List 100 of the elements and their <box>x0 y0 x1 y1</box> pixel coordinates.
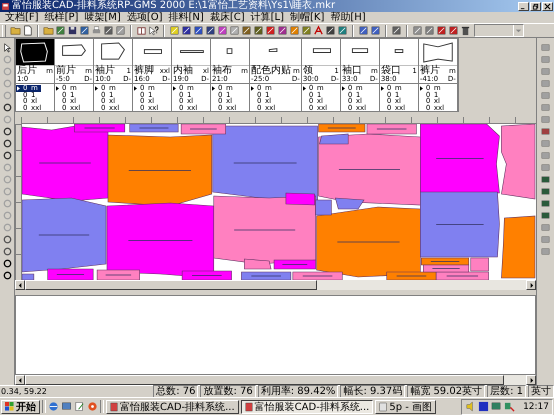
tool-icon[interactable] <box>301 25 312 36</box>
pointer-icon <box>134 86 137 91</box>
tool-icon[interactable] <box>325 25 336 36</box>
menu-item[interactable]: 排料[N] <box>166 12 206 23</box>
app-icon <box>379 402 388 412</box>
folder-icon[interactable] <box>10 25 21 36</box>
media-icon[interactable] <box>87 401 98 412</box>
menu-item[interactable]: 帮助[H] <box>328 12 368 23</box>
letter-icon[interactable] <box>313 25 324 36</box>
taskbar-button[interactable]: 5p - 画图 <box>375 400 436 414</box>
clock: 12:17 <box>522 402 549 412</box>
cursor-coordinates: 0.34, 59.22 <box>0 387 47 396</box>
tool-icon[interactable] <box>2 150 12 161</box>
status-field: 幅宽 59.02英寸 <box>407 385 486 398</box>
device-icon[interactable] <box>504 401 516 412</box>
tool-icon[interactable] <box>169 25 180 36</box>
close-icon <box>544 2 551 10</box>
folder-icon[interactable] <box>43 25 54 36</box>
desktop-icon[interactable] <box>61 401 72 412</box>
app-icon <box>1 2 10 10</box>
status-field: 放置数: 76 <box>200 385 256 398</box>
tool-icon[interactable] <box>289 25 300 36</box>
tool-icon[interactable] <box>277 25 288 36</box>
start-button[interactable]: 开始 <box>1 400 40 414</box>
status-field: 幅长: 9.37码 <box>340 385 406 398</box>
tool-icon[interactable] <box>241 25 252 36</box>
piece-thumbnail[interactable] <box>418 39 457 66</box>
pointer-icon <box>420 86 423 91</box>
tool-icon[interactable] <box>2 102 12 113</box>
pointer-icon <box>251 86 254 91</box>
piece-name: 袖片 <box>95 66 115 76</box>
network-icon[interactable] <box>491 401 502 412</box>
tool-icon[interactable] <box>448 25 459 36</box>
status-field: 总数: 76 <box>153 385 198 398</box>
tool-icon[interactable] <box>2 270 12 281</box>
minimize-button[interactable] <box>518 2 529 10</box>
menu-item[interactable]: 纸样[P] <box>42 12 80 23</box>
document-icon[interactable] <box>22 25 33 36</box>
piece-thumbnail[interactable] <box>16 39 54 66</box>
status-field: 利用率: 89.42% <box>258 385 338 398</box>
horizontal-scrollbar[interactable] <box>15 280 536 290</box>
dropdown[interactable] <box>474 24 524 37</box>
input-method-icon[interactable] <box>478 401 490 412</box>
menu-item[interactable]: 制帽[K] <box>288 12 326 23</box>
status-field: 英寸 <box>528 385 554 398</box>
tool-icon[interactable] <box>193 25 204 36</box>
app-icon <box>244 402 253 412</box>
tool-icon[interactable] <box>2 126 12 137</box>
taskbar-button[interactable]: 富怡服装CAD-排料系统... <box>106 400 239 414</box>
tool-icon[interactable] <box>424 25 435 36</box>
tool-icon[interactable] <box>217 25 228 36</box>
tool-icon[interactable] <box>79 25 90 36</box>
notepad-icon[interactable] <box>74 401 85 412</box>
pointer-icon <box>56 86 59 91</box>
tool-icon[interactable] <box>370 25 381 36</box>
pointer-icon <box>342 86 345 91</box>
tool-icon[interactable] <box>229 25 240 36</box>
scroll-right-icon[interactable] <box>528 378 534 382</box>
tool-icon[interactable] <box>205 25 216 36</box>
tool-icon[interactable] <box>253 25 264 36</box>
tool-icon[interactable] <box>358 25 369 36</box>
tool-icon[interactable] <box>2 138 12 149</box>
close-button[interactable] <box>542 2 553 10</box>
menu-item[interactable]: 文档[F] <box>3 12 41 23</box>
scrollbar-thumb[interactable] <box>25 280 317 290</box>
restore-icon <box>532 2 539 10</box>
menu-item[interactable]: 唛架[M] <box>82 12 123 23</box>
browser-icon[interactable] <box>48 401 59 412</box>
scroll-right-icon[interactable] <box>528 282 534 288</box>
tool-icon[interactable] <box>337 25 348 36</box>
tool-icon[interactable] <box>265 25 276 36</box>
taskbar-button[interactable]: 富怡服装CAD-排料系统... <box>240 400 374 414</box>
tool-icon[interactable] <box>2 258 12 269</box>
tool-icon[interactable] <box>55 25 66 36</box>
pointer-icon <box>173 86 176 91</box>
tool-icon[interactable] <box>436 25 447 36</box>
menu-item[interactable]: 计算[L] <box>248 12 286 23</box>
piece-name: 内袖 <box>173 66 193 76</box>
scroll-left-icon[interactable] <box>18 378 22 382</box>
piece-name: 裤片 <box>420 66 440 76</box>
book-icon[interactable] <box>136 25 147 36</box>
tool-icon[interactable] <box>103 25 114 36</box>
piece-name: 裤脚 <box>134 66 154 76</box>
printer-icon[interactable] <box>91 25 102 36</box>
restore-button[interactable] <box>530 2 541 10</box>
tool-icon[interactable] <box>391 25 402 36</box>
pointer-icon <box>212 86 215 91</box>
menu-item[interactable]: 选项[O] <box>124 12 165 23</box>
tool-icon[interactable] <box>412 25 423 36</box>
tool-icon[interactable] <box>181 25 192 36</box>
app-icon <box>110 402 118 412</box>
tool-icon[interactable] <box>2 42 12 53</box>
piece-name: 袋口 <box>380 66 401 76</box>
menu-item[interactable]: 裁床[C] <box>208 12 247 23</box>
help-icon[interactable] <box>148 25 159 36</box>
flag-icon <box>5 402 14 411</box>
piece-name: 领 <box>302 66 313 76</box>
scroll-left-icon[interactable] <box>18 282 22 288</box>
trash-icon[interactable] <box>460 25 471 36</box>
tool-icon[interactable] <box>115 25 126 36</box>
